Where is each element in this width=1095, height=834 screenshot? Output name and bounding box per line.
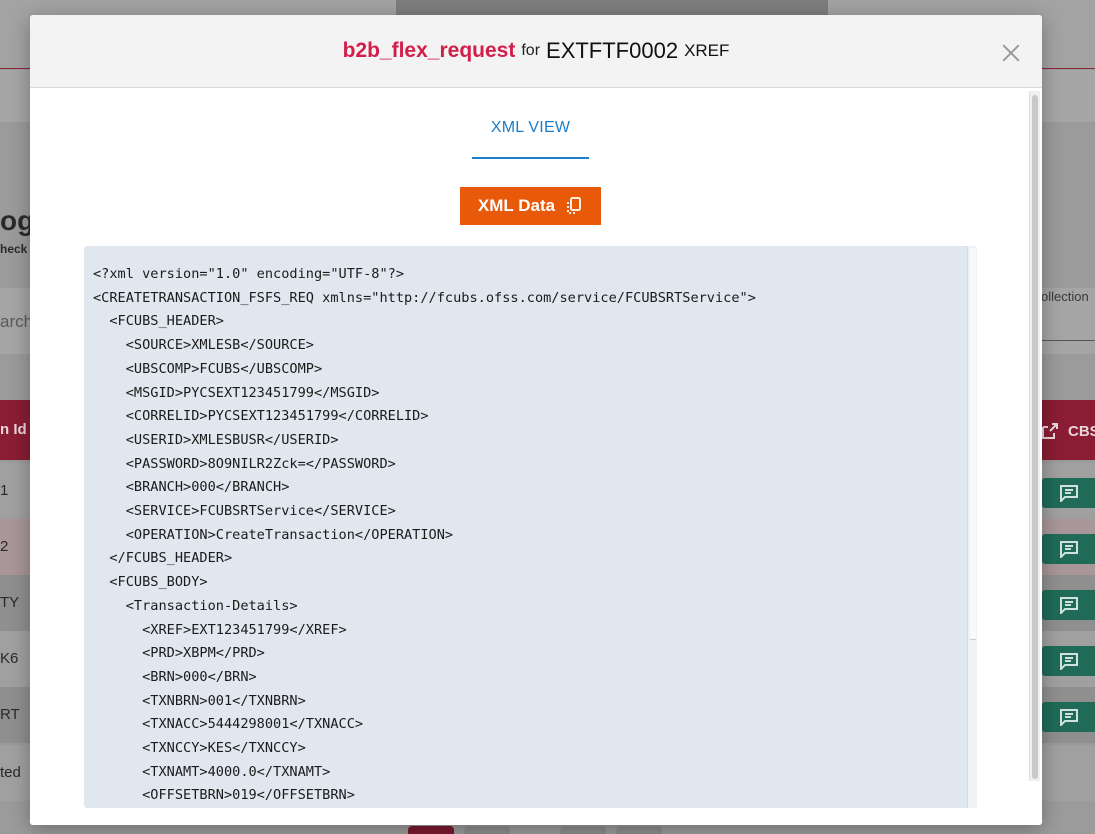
background-row-cell: TY	[0, 594, 20, 611]
tab-xml-view[interactable]: XML VIEW	[472, 119, 589, 159]
xml-line: <FCUBS_HEADER>	[93, 313, 224, 330]
xml-request-modal: b2b_flex_request for EXTFTF0002 XREF XML…	[30, 15, 1042, 825]
xml-data-button-label: XML Data	[477, 196, 556, 215]
background-page-button	[464, 826, 510, 834]
xml-line: <OFFSETBRN>019</OFFSETBRN>	[93, 787, 355, 804]
xml-line: <TXNBRN>001</TXNBRN>	[93, 692, 306, 709]
chat-icon	[1059, 541, 1078, 558]
modal-scrollbar[interactable]	[1029, 91, 1040, 781]
xml-line: <UBSCOMP>FCUBS</UBSCOMP>	[93, 360, 323, 377]
modal-title-request-name: b2b_flex_request	[342, 39, 516, 62]
xml-line: <BRANCH>000</BRANCH>	[93, 479, 290, 496]
xml-data-copy-button[interactable]: XML Data	[460, 187, 601, 225]
xml-line: <TXNAMT>4000.0</TXNAMT>	[93, 763, 331, 780]
xml-line: <Transaction-Details>	[93, 597, 298, 614]
xml-code-view[interactable]: <?xml version="1.0" encoding="UTF-8"?> <C…	[84, 246, 977, 808]
background-row-cell: 2	[0, 538, 9, 555]
modal-scrollbar-thumb[interactable]	[1032, 95, 1038, 779]
xml-line: <?xml version="1.0" encoding="UTF-8"?>	[93, 266, 404, 282]
xml-line: <TXNACC>5444298001</TXNACC>	[93, 716, 364, 733]
background-column-cbs: CBS	[1040, 421, 1095, 441]
xml-line: <USERID>XMLESBUSR</USERID>	[93, 431, 339, 448]
background-column-cbs-label: CBS	[1068, 422, 1095, 440]
background-row-cell: 1	[0, 482, 9, 499]
tab-active-indicator	[472, 157, 589, 159]
xml-line: <XREF>EXT123451799</XREF>	[93, 621, 347, 638]
modal-title-suffix: XREF	[684, 41, 730, 60]
close-icon[interactable]	[1000, 42, 1022, 64]
modal-header: b2b_flex_request for EXTFTF0002 XREF	[30, 15, 1042, 88]
background-collection-select	[1041, 340, 1095, 341]
background-column-id: n Id	[0, 421, 27, 438]
xml-code-text: <?xml version="1.0" encoding="UTF-8"?> <C…	[93, 263, 756, 808]
background-chat-button	[1042, 702, 1095, 732]
background-row-cell: ted	[0, 764, 21, 781]
chat-icon	[1059, 485, 1078, 502]
background-page-button	[560, 826, 606, 834]
xml-line: <PASSWORD>8O9NILR2Zck=</PASSWORD>	[93, 455, 396, 472]
xml-line: <SOURCE>XMLESB</SOURCE>	[93, 337, 314, 354]
copy-icon	[567, 197, 581, 214]
background-pagination	[408, 826, 662, 834]
xml-line: <CREATETRANSACTION_FSFS_REQ xmlns="http:…	[93, 289, 756, 306]
background-collection-label: ollection	[1041, 289, 1089, 304]
modal-body: XML VIEW XML Data <?xml version="1.0" en…	[30, 89, 1042, 825]
code-scrollbar-thumb[interactable]	[970, 248, 976, 640]
xml-line: <FCUBS_BODY>	[93, 574, 208, 591]
xml-line: <SERVICE>FCUBSRTService</SERVICE>	[93, 503, 396, 520]
xml-line: <PRD>XBPM</PRD>	[93, 645, 265, 662]
xml-line: </FCUBS_HEADER>	[93, 550, 233, 567]
xml-line: <CORRELID>PYCSEXT123451799</CORRELID>	[93, 408, 429, 425]
code-scrollbar[interactable]	[967, 246, 977, 808]
modal-title-transaction-id: EXTFTF0002	[546, 38, 679, 63]
background-row-cell: K6	[0, 650, 19, 667]
background-chat-button	[1042, 590, 1095, 620]
chat-icon	[1059, 709, 1078, 726]
background-row-cell: RT	[0, 706, 20, 723]
background-chat-button	[1042, 478, 1095, 508]
xml-line: <TXNCCY>KES</TXNCCY>	[93, 740, 306, 757]
tab-xml-view-label: XML VIEW	[490, 119, 571, 136]
xml-line: <OPERATION>CreateTransaction</OPERATION>	[93, 526, 454, 543]
external-link-icon	[1042, 423, 1058, 439]
background-chat-button	[1042, 534, 1095, 564]
background-search-input: arch	[0, 312, 34, 331]
background-chat-button	[1042, 646, 1095, 676]
chat-icon	[1059, 597, 1078, 614]
xml-line: <BRN>000</BRN>	[93, 668, 257, 685]
modal-title-for: for	[521, 42, 541, 59]
xml-line: <MSGID>PYCSEXT123451799</MSGID>	[93, 384, 380, 401]
background-page-subtitle: heck	[0, 242, 28, 256]
chat-icon	[1059, 653, 1078, 670]
background-page-button	[616, 826, 662, 834]
background-page-button	[408, 826, 454, 834]
